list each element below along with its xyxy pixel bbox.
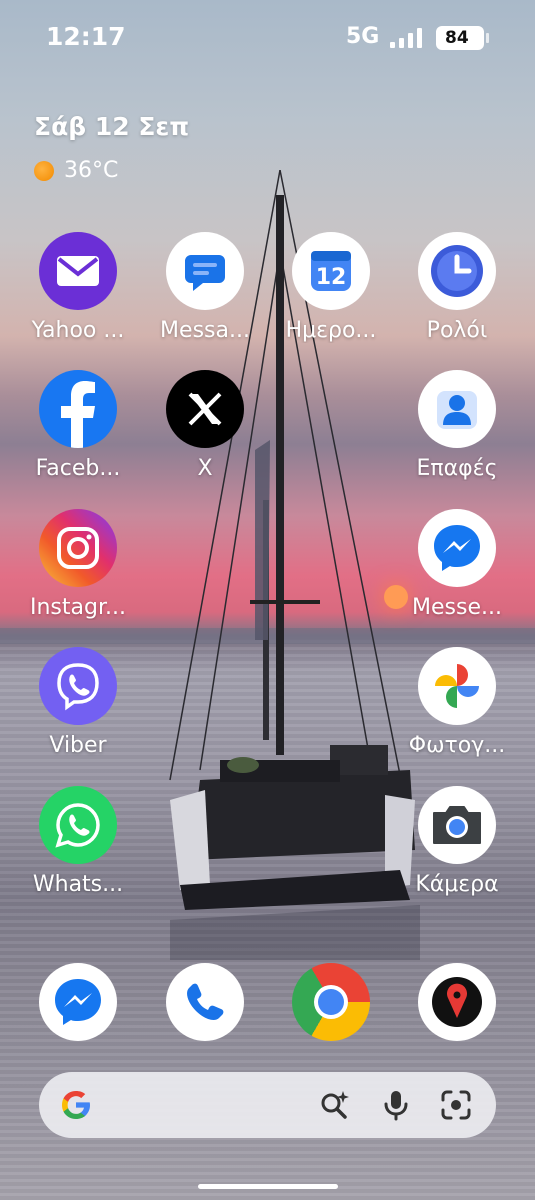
dock-maps-pin[interactable] <box>397 963 517 1041</box>
app-label: Ρολόι <box>426 318 488 343</box>
dock-phone[interactable] <box>145 963 265 1041</box>
app-label: Κάμερα <box>415 872 499 897</box>
facebook-icon <box>39 370 117 448</box>
messenger-icon <box>39 963 117 1041</box>
signal-icon <box>390 28 426 48</box>
whatsapp-icon <box>39 786 117 864</box>
yahoo-mail-icon <box>39 232 117 310</box>
battery-indicator: 84 <box>436 26 489 50</box>
app-instagram[interactable]: Instagr... <box>18 509 138 620</box>
ai-search-icon[interactable] <box>317 1088 351 1122</box>
app-clock[interactable]: Ρολόι <box>397 232 517 343</box>
photos-icon <box>418 647 496 725</box>
app-whatsapp[interactable]: Whats... <box>18 786 138 897</box>
google-search-bar[interactable] <box>39 1072 496 1138</box>
weather-widget[interactable]: 36°C <box>34 158 118 183</box>
status-bar: 12:17 5G 84 <box>0 22 535 56</box>
messages-icon <box>166 232 244 310</box>
dock-chrome[interactable] <box>271 963 391 1041</box>
messenger-icon <box>418 509 496 587</box>
app-label: Messe... <box>412 595 502 620</box>
status-time: 12:17 <box>46 22 126 51</box>
clock-icon <box>418 232 496 310</box>
instagram-icon <box>39 509 117 587</box>
app-facebook[interactable]: Faceb... <box>18 370 138 481</box>
app-label: Viber <box>49 733 107 758</box>
sun-icon <box>34 160 54 181</box>
app-contacts[interactable]: Επαφές <box>397 370 517 481</box>
app-messages[interactable]: Messa... <box>145 232 265 343</box>
network-type: 5G <box>346 24 380 49</box>
app-label: Messa... <box>160 318 250 343</box>
google-g-icon <box>62 1091 90 1119</box>
app-label: Ημερο... <box>285 318 377 343</box>
dock-messenger[interactable] <box>18 963 138 1041</box>
calendar-day: 12 <box>316 265 347 290</box>
app-calendar[interactable]: 12 Ημερο... <box>271 232 391 343</box>
app-label: Yahoo ... <box>31 318 125 343</box>
x-icon <box>166 370 244 448</box>
app-x[interactable]: X <box>145 370 265 481</box>
mic-icon[interactable] <box>379 1088 413 1122</box>
contacts-icon <box>418 370 496 448</box>
viber-icon <box>39 647 117 725</box>
app-label: Faceb... <box>35 456 121 481</box>
maps-pin-icon <box>418 963 496 1041</box>
camera-icon <box>418 786 496 864</box>
phone-icon <box>166 963 244 1041</box>
app-camera[interactable]: Κάμερα <box>397 786 517 897</box>
app-label: Instagr... <box>30 595 126 620</box>
app-viber[interactable]: Viber <box>18 647 138 758</box>
app-photos[interactable]: Φωτογ... <box>397 647 517 758</box>
home-indicator[interactable] <box>198 1184 338 1189</box>
app-yahoo-mail[interactable]: Yahoo ... <box>18 232 138 343</box>
date-widget[interactable]: Σάβ 12 Σεπ <box>34 112 189 141</box>
lens-icon[interactable] <box>439 1088 473 1122</box>
chrome-icon <box>292 963 370 1041</box>
app-label: Φωτογ... <box>408 733 506 758</box>
temperature: 36°C <box>64 158 119 183</box>
calendar-icon: 12 <box>292 232 370 310</box>
app-messenger[interactable]: Messe... <box>397 509 517 620</box>
app-label: Επαφές <box>416 456 498 481</box>
app-label: Whats... <box>32 872 124 897</box>
app-label: X <box>197 456 213 481</box>
